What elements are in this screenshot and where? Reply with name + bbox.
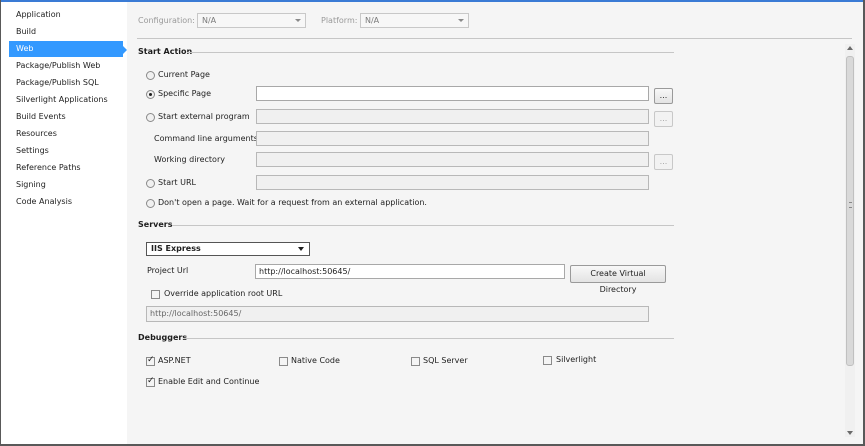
server-value: IIS Express (151, 244, 201, 253)
start-action-heading: Start Action (138, 47, 193, 56)
aspnet-label: ASP.NET (158, 356, 191, 365)
platform-dropdown[interactable]: N/A (360, 13, 469, 28)
project-url-label: Project Url (147, 266, 189, 275)
server-dropdown[interactable]: IIS Express (146, 242, 310, 256)
configuration-label: Configuration: (138, 16, 195, 25)
working-directory-browse-button[interactable]: ... (654, 154, 673, 170)
platform-label: Platform: (321, 16, 358, 25)
sidebar-item-settings[interactable]: Settings (9, 143, 123, 159)
sidebar-item-build-events[interactable]: Build Events (9, 109, 123, 125)
sidebar-item-build[interactable]: Build (9, 24, 123, 40)
start-external-program-label: Start external program (158, 112, 250, 121)
start-url-radio[interactable] (146, 179, 155, 188)
vertical-scrollbar[interactable] (845, 44, 855, 437)
specific-page-browse-button[interactable]: ... (654, 88, 673, 104)
dont-open-page-radio[interactable] (146, 199, 155, 208)
scrollbar-thumb[interactable] (846, 56, 854, 366)
configuration-dropdown[interactable]: N/A (197, 13, 306, 28)
sql-server-label: SQL Server (423, 356, 468, 365)
specific-page-radio[interactable] (146, 90, 155, 99)
current-page-radio[interactable] (146, 71, 155, 80)
sidebar-item-resources[interactable]: Resources (9, 126, 123, 142)
override-root-url-checkbox[interactable] (151, 290, 160, 299)
override-root-url-input[interactable]: http://localhost:50645/ (146, 306, 649, 322)
external-program-input[interactable] (256, 109, 649, 124)
sidebar: Application Build Web Package/Publish We… (1, 2, 127, 444)
specific-page-input[interactable] (256, 86, 649, 101)
silverlight-label: Silverlight (556, 355, 597, 364)
sidebar-item-package-publish-web[interactable]: Package/Publish Web (9, 58, 123, 74)
start-url-input[interactable] (256, 175, 649, 190)
working-directory-input[interactable] (256, 152, 649, 167)
sidebar-item-silverlight-applications[interactable]: Silverlight Applications (9, 92, 123, 108)
debuggers-heading: Debuggers (138, 333, 188, 342)
project-url-input[interactable]: http://localhost:50645/ (255, 264, 565, 279)
create-virtual-directory-button[interactable]: Create Virtual Directory (570, 265, 666, 294)
current-page-label: Current Page (158, 70, 210, 79)
debuggers-divider (184, 338, 674, 339)
external-program-browse-button[interactable]: ... (654, 111, 673, 127)
servers-divider (172, 225, 674, 226)
configuration-value: N/A (202, 16, 217, 25)
sidebar-item-application[interactable]: Application (9, 7, 123, 23)
grip-icon (849, 202, 852, 208)
native-code-label: Native Code (291, 356, 340, 365)
chevron-down-icon (458, 19, 464, 22)
chevron-down-icon (295, 19, 301, 22)
servers-heading: Servers (138, 220, 173, 229)
chevron-down-icon (298, 247, 304, 251)
silverlight-checkbox[interactable] (543, 356, 552, 365)
start-url-label: Start URL (158, 178, 196, 187)
scroll-down-arrow-icon[interactable] (847, 431, 853, 435)
sidebar-item-reference-paths[interactable]: Reference Paths (9, 160, 123, 176)
dont-open-page-label: Don't open a page. Wait for a request fr… (158, 198, 427, 207)
command-line-arguments-label: Command line arguments (154, 134, 258, 143)
toolbar-divider (137, 38, 852, 39)
platform-value: N/A (365, 16, 380, 25)
native-code-checkbox[interactable] (279, 357, 288, 366)
start-action-divider (187, 52, 674, 53)
sidebar-item-code-analysis[interactable]: Code Analysis (9, 194, 123, 210)
enable-edit-continue-label: Enable Edit and Continue (158, 377, 260, 386)
working-directory-label: Working directory (154, 155, 225, 164)
scroll-up-arrow-icon[interactable] (847, 46, 853, 50)
active-tab-pointer-icon (123, 46, 127, 54)
sql-server-checkbox[interactable] (411, 357, 420, 366)
start-external-program-radio[interactable] (146, 113, 155, 122)
specific-page-label: Specific Page (158, 89, 212, 98)
command-line-arguments-input[interactable] (256, 131, 649, 146)
aspnet-checkbox[interactable] (146, 355, 155, 366)
sidebar-item-signing[interactable]: Signing (9, 177, 123, 193)
project-properties-window: Application Build Web Package/Publish We… (1, 0, 863, 444)
sidebar-item-package-publish-sql[interactable]: Package/Publish SQL (9, 75, 123, 91)
sidebar-item-web[interactable]: Web (9, 41, 123, 57)
enable-edit-continue-checkbox[interactable] (146, 376, 155, 387)
override-root-url-label: Override application root URL (164, 289, 283, 298)
